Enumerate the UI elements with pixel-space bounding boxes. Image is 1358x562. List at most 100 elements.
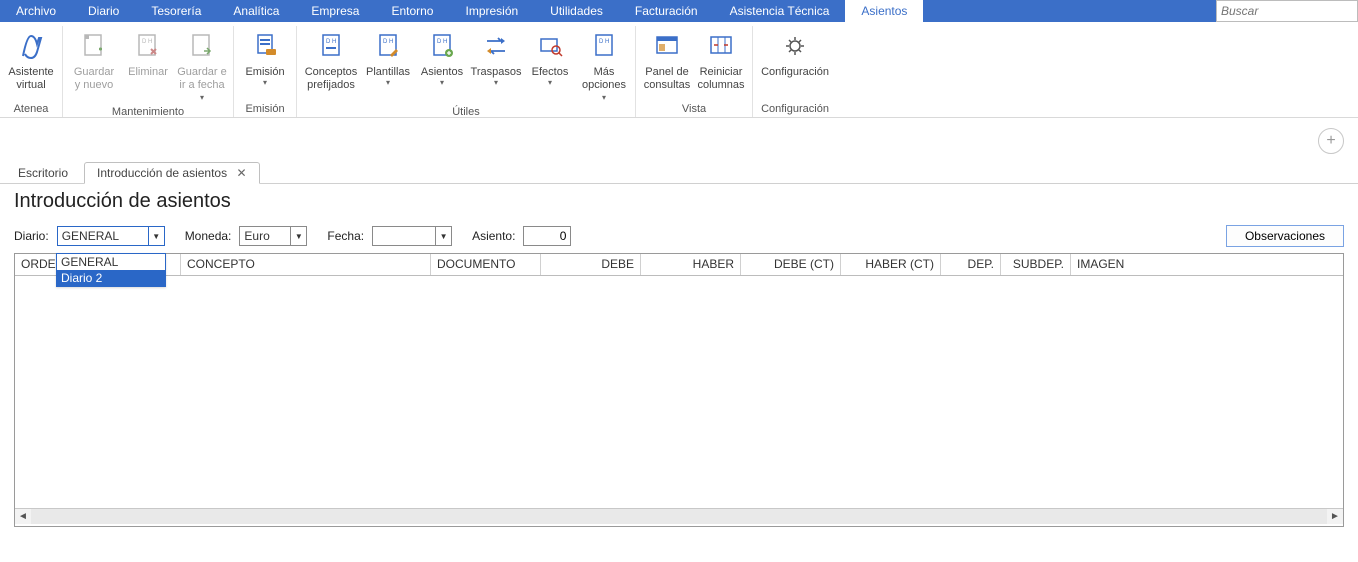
scroll-right-icon[interactable]: ►	[1327, 509, 1343, 524]
col-subdep[interactable]: SUBDEP.	[1001, 254, 1071, 275]
grid-body[interactable]	[15, 276, 1343, 508]
ribbon-group-title: Configuración	[761, 101, 829, 115]
entries-grid: ORDEN CUENTA CONCEPTO DOCUMENTO DEBE HAB…	[14, 253, 1344, 527]
ribbon-label: Emisión	[245, 66, 284, 79]
search-box[interactable]	[1216, 0, 1358, 22]
document-plus-icon	[76, 28, 112, 64]
asientos-button[interactable]: D H Asientos ▾	[417, 26, 467, 104]
chevron-down-icon: ▾	[263, 79, 267, 87]
col-debe-ct[interactable]: DEBE (CT)	[741, 254, 841, 275]
svg-text:D H: D H	[142, 39, 152, 45]
document-add-icon: D H	[424, 28, 460, 64]
ribbon-label: Asientos	[421, 66, 463, 79]
tab-label: Introducción de asientos	[97, 166, 227, 180]
emision-button[interactable]: Emisión ▾	[240, 26, 290, 101]
asistente-virtual-button[interactable]: Asistente virtual	[6, 26, 56, 101]
scroll-left-icon[interactable]: ◄	[15, 509, 31, 524]
chevron-down-icon: ▾	[386, 79, 390, 87]
diario-label: Diario:	[14, 229, 49, 243]
ribbon-group-mantenimiento: Guardar y nuevo D H Eliminar Guardar e i…	[63, 26, 234, 117]
close-icon[interactable]: ✕	[236, 166, 246, 180]
asiento-input[interactable]	[524, 227, 570, 245]
ribbon-group-title: Vista	[682, 101, 706, 115]
ribbon-label: Configuración	[761, 66, 829, 79]
ribbon-label: Traspasos	[471, 66, 522, 79]
add-button[interactable]: +	[1318, 128, 1344, 154]
print-document-icon	[247, 28, 283, 64]
ribbon-group-title: Emisión	[245, 101, 284, 115]
menu-utilidades[interactable]: Utilidades	[534, 0, 619, 22]
menu-archivo[interactable]: Archivo	[0, 0, 72, 22]
conceptos-prefijados-button[interactable]: D H Conceptos prefijados	[303, 26, 359, 104]
col-debe[interactable]: DEBE	[541, 254, 641, 275]
chevron-down-icon: ▾	[602, 93, 606, 102]
diario-dropdown[interactable]: GENERAL Diario 2	[56, 253, 166, 287]
col-dep[interactable]: DEP.	[941, 254, 1001, 275]
svg-text:D H: D H	[437, 39, 447, 45]
tab-introduccion-asientos[interactable]: Introducción de asientos ✕	[84, 162, 260, 184]
efectos-button[interactable]: Efectos ▾	[525, 26, 575, 104]
menu-analitica[interactable]: Analítica	[217, 0, 295, 22]
menu-diario[interactable]: Diario	[72, 0, 135, 22]
diario-combo[interactable]: GENERAL ▼	[57, 226, 165, 246]
mas-opciones-button[interactable]: D H Más opciones ▾	[579, 26, 629, 104]
asiento-label: Asiento:	[472, 229, 515, 243]
search-input[interactable]	[1221, 4, 1353, 18]
svg-text:D H: D H	[599, 39, 609, 45]
ribbon-label: Reiniciar	[700, 66, 743, 79]
ribbon-label	[146, 79, 149, 92]
page-title: Introducción de asientos	[0, 184, 1358, 221]
document-dh-icon: D H	[313, 28, 349, 64]
dropdown-option[interactable]: Diario 2	[57, 270, 165, 286]
panel-consultas-button[interactable]: Panel de consultas	[642, 26, 692, 101]
grid-header: ORDEN CUENTA CONCEPTO DOCUMENTO DEBE HAB…	[15, 254, 1343, 276]
scroll-track[interactable]	[31, 509, 1327, 524]
fecha-label: Fecha:	[327, 229, 364, 243]
guardar-ir-fecha-button: Guardar e ir a fecha ▾	[177, 26, 227, 104]
ribbon-label: ir a fecha ▾	[177, 79, 227, 104]
chevron-down-icon: ▾	[440, 79, 444, 87]
traspasos-button[interactable]: Traspasos ▾	[471, 26, 521, 104]
chevron-down-icon[interactable]: ▼	[148, 227, 164, 245]
menu-impresion[interactable]: Impresión	[449, 0, 534, 22]
ribbon-label: Más	[594, 66, 615, 79]
reiniciar-columnas-button[interactable]: Reiniciar columnas	[696, 26, 746, 101]
menu-empresa[interactable]: Empresa	[295, 0, 375, 22]
guardar-nuevo-button: Guardar y nuevo	[69, 26, 119, 104]
col-documento[interactable]: DOCUMENTO	[431, 254, 541, 275]
ribbon-label: Efectos	[532, 66, 569, 79]
menu-asientos[interactable]: Asientos	[845, 0, 923, 22]
ribbon-label: opciones ▾	[579, 79, 629, 104]
ribbon-label: Conceptos	[305, 66, 358, 79]
ribbon-label: columnas	[697, 79, 744, 92]
moneda-value: Euro	[244, 229, 269, 243]
ribbon-group-atenea: Asistente virtual Atenea	[0, 26, 63, 117]
dropdown-option[interactable]: GENERAL	[57, 254, 165, 270]
observaciones-button[interactable]: Observaciones	[1226, 225, 1344, 247]
configuracion-button[interactable]: Configuración	[759, 26, 831, 101]
menu-facturacion[interactable]: Facturación	[619, 0, 714, 22]
diario-value: GENERAL	[62, 229, 119, 243]
asiento-input-wrap[interactable]	[523, 226, 571, 246]
menu-entorno[interactable]: Entorno	[375, 0, 449, 22]
moneda-label: Moneda:	[185, 229, 232, 243]
grid-horizontal-scrollbar[interactable]: ◄ ►	[15, 508, 1343, 524]
document-pencil-icon: D H	[370, 28, 406, 64]
col-haber-ct[interactable]: HABER (CT)	[841, 254, 941, 275]
fecha-combo[interactable]: ▼	[372, 226, 452, 246]
columns-reset-icon	[703, 28, 739, 64]
plantillas-button[interactable]: D H Plantillas ▾	[363, 26, 413, 104]
menu-tesoreria[interactable]: Tesorería	[135, 0, 217, 22]
ribbon-group-title: Atenea	[14, 101, 49, 115]
moneda-combo[interactable]: Euro ▼	[239, 226, 307, 246]
document-delete-icon: D H	[130, 28, 166, 64]
ribbon-group-vista: Panel de consultas Reiniciar columnas Vi…	[636, 26, 753, 117]
chevron-down-icon[interactable]: ▼	[290, 227, 306, 245]
menu-asistencia-tecnica[interactable]: Asistencia Técnica	[714, 0, 846, 22]
col-concepto[interactable]: CONCEPTO	[181, 254, 431, 275]
col-imagen[interactable]: IMAGEN	[1071, 254, 1343, 275]
col-haber[interactable]: HABER	[641, 254, 741, 275]
ribbon-group-title: Útiles	[452, 104, 480, 118]
chevron-down-icon[interactable]: ▼	[435, 227, 451, 245]
tab-escritorio[interactable]: Escritorio	[6, 163, 80, 183]
